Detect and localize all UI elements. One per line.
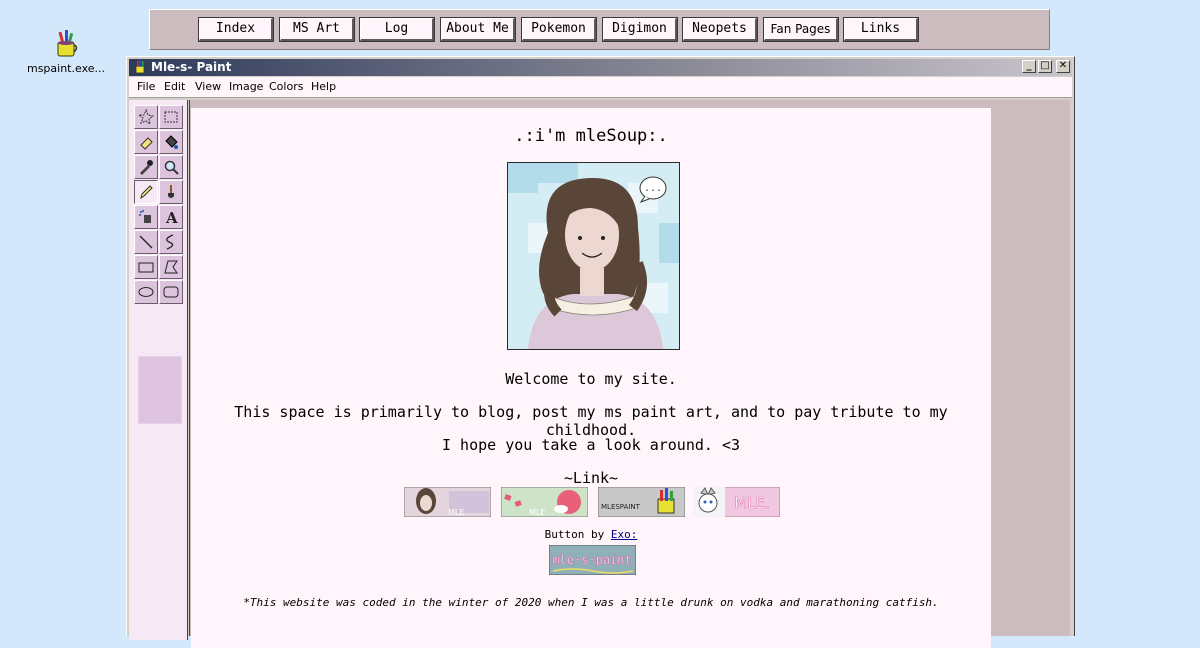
nav-log[interactable]: Log [359, 17, 435, 42]
nav-fan-pages[interactable]: Fan Pages [763, 17, 839, 42]
desktop-icon-label: mspaint.exe... [26, 62, 105, 75]
svg-text:A: A [165, 209, 178, 225]
menu-file[interactable]: File [137, 80, 155, 93]
button-text-mle-3: MLE. [734, 494, 770, 512]
ellipse-icon[interactable] [134, 280, 158, 304]
credit-link-exo[interactable]: Exo: [611, 528, 638, 541]
polygon-icon[interactable] [159, 255, 183, 279]
link-button-mle-pokemon[interactable]: MLE [501, 487, 588, 517]
paint-window: Mle-s- Paint _ □ ✕ File Edit View Image … [126, 56, 1075, 648]
nav-about-me[interactable]: About Me [440, 17, 516, 42]
curve-icon[interactable] [159, 230, 183, 254]
maximize-button[interactable]: □ [1038, 60, 1052, 73]
brush-icon[interactable] [159, 180, 183, 204]
menu-colors[interactable]: Colors [269, 80, 303, 93]
rect-select-icon[interactable] [159, 105, 183, 129]
page-title: .:i'm mleSoup:. [514, 126, 668, 146]
magnifier-icon[interactable] [159, 155, 183, 179]
mlespaint-button[interactable]: mle·s·paint [549, 545, 636, 575]
fill-bucket-icon[interactable] [159, 130, 183, 154]
link-buttons: MLE MLE MLESPAINT MLE. [191, 487, 991, 519]
toolbox: A [129, 100, 188, 640]
button-text-mle-1: MLE [448, 508, 464, 517]
menu-help[interactable]: Help [311, 80, 336, 93]
canvas[interactable]: .:i'm mleSoup:. ... Welcome to my site. … [191, 108, 991, 648]
credit-prefix: Button by [544, 528, 611, 541]
line-icon[interactable] [134, 230, 158, 254]
nav-neopets[interactable]: Neopets [682, 17, 758, 42]
rounded-rect-icon[interactable] [159, 280, 183, 304]
text-icon[interactable]: A [159, 205, 183, 229]
nav-ms-art[interactable]: MS Art [279, 17, 355, 42]
intro-text: This space is primarily to blog, post my… [234, 403, 948, 439]
nav-pokemon[interactable]: Pokemon [521, 17, 597, 42]
hope-text: I hope you take a look around. <3 [441, 436, 740, 454]
close-button[interactable]: ✕ [1056, 60, 1070, 73]
footer-note: *This website was coded in the winter of… [243, 596, 939, 609]
desktop-icon-mspaint[interactable]: mspaint.exe... [22, 28, 110, 75]
button-text-mle-2: MLE [529, 508, 545, 517]
workspace: .:i'm mleSoup:. ... Welcome to my site. … [189, 100, 1070, 648]
avatar-drawing: ... [507, 162, 680, 350]
window-title: Mle-s- Paint [151, 60, 232, 74]
link-label: ~Link~ [563, 469, 619, 487]
tool-options-box[interactable] [138, 356, 182, 424]
link-button-mlespaint[interactable]: MLESPAINT [598, 487, 685, 517]
paint-app-icon [135, 60, 145, 74]
menu-view[interactable]: View [195, 80, 221, 93]
button-credit: Button by Exo: [191, 528, 991, 541]
menu-edit[interactable]: Edit [164, 80, 185, 93]
nav-digimon[interactable]: Digimon [602, 17, 678, 42]
menu-bar: File Edit View Image Colors Help [129, 77, 1072, 98]
welcome-text: Welcome to my site. [505, 370, 677, 388]
nav-links[interactable]: Links [843, 17, 919, 42]
airbrush-icon[interactable] [134, 205, 158, 229]
menu-image[interactable]: Image [229, 80, 263, 93]
top-nav: Index MS Art Log About Me Pokemon Digimo… [149, 9, 1050, 50]
paint-cup-icon [57, 30, 78, 57]
rectangle-icon[interactable] [134, 255, 158, 279]
title-bar[interactable]: Mle-s- Paint _ □ ✕ [129, 59, 1072, 76]
eraser-icon[interactable] [134, 130, 158, 154]
button-text-mlespaint: MLESPAINT [601, 503, 641, 511]
link-button-mle-digimon[interactable]: MLE. [693, 487, 780, 517]
free-select-icon[interactable] [134, 105, 158, 129]
pencil-icon[interactable] [134, 180, 158, 204]
minimize-button[interactable]: _ [1022, 60, 1036, 73]
speech-bubble-text: ... [644, 183, 662, 194]
nav-index[interactable]: Index [198, 17, 274, 42]
link-button-mle-avatar[interactable]: MLE [404, 487, 491, 517]
color-picker-icon[interactable] [134, 155, 158, 179]
mlespaint-button-text: mle·s·paint [552, 553, 631, 567]
